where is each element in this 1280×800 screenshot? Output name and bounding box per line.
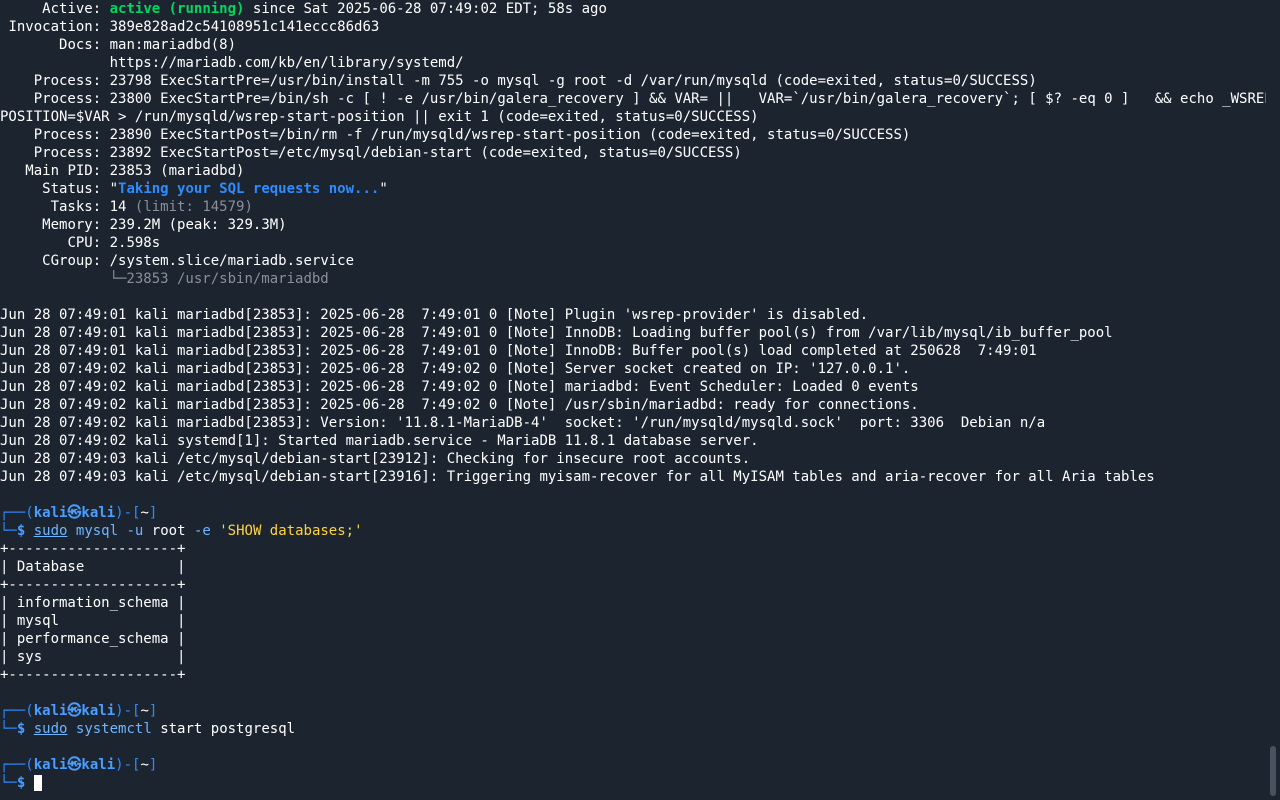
status-invocation-line: Invocation: 389e828ad2c54108951c141eccc8… [8, 19, 380, 35]
table-row: | mysql | [0, 613, 186, 629]
table-row: | performance_schema | [0, 631, 186, 647]
scrollbar-thumb[interactable] [1270, 746, 1276, 796]
journal-line: Jun 28 07:49:02 kali mariadbd[23853]: 20… [0, 361, 911, 377]
journal-line: Jun 28 07:49:03 kali /etc/mysql/debian-s… [0, 451, 751, 467]
text-cursor[interactable] [33, 775, 42, 791]
prompt-user-host: kali㉿kali [33, 703, 116, 719]
table-row: | information_schema | [0, 595, 186, 611]
cmd-sudo: sudo [33, 523, 68, 539]
status-message: Taking your SQL requests now... [118, 181, 380, 197]
status-docs-url-line: https://mariadb.com/kb/en/library/system… [0, 54, 1266, 72]
prompt-header: ┌──(kali㉿kali)-[~] [0, 505, 158, 521]
journal-line: Jun 28 07:49:03 kali /etc/mysql/debian-s… [0, 469, 1155, 485]
prompt-user-host: kali㉿kali [33, 505, 116, 521]
status-process-wrap-line: POSITION=$VAR > /run/mysqld/wsrep-start-… [0, 109, 759, 125]
prompt-header: ┌──(kali㉿kali)-[~] [0, 703, 158, 719]
status-process-line: Process: 23892 ExecStartPost=/etc/mysql/… [33, 145, 742, 161]
journal-line: Jun 28 07:49:02 kali mariadbd[23853]: 20… [0, 397, 919, 413]
prompt-header: ┌──(kali㉿kali)-[~] [0, 757, 158, 773]
status-process-line: Process: 23890 ExecStartPost=/bin/rm -f … [33, 127, 911, 143]
status-cpu-line: CPU: 2.598s [67, 235, 161, 251]
table-row: | sys | [0, 649, 186, 665]
status-status-line: Status: "Taking your SQL requests now...… [42, 181, 388, 197]
journal-line: Jun 28 07:49:01 kali mariadbd[23853]: 20… [0, 325, 1113, 341]
status-tasks-line: Tasks: 14 (limit: 14579) [50, 199, 253, 215]
prompt-user-host: kali㉿kali [33, 757, 116, 773]
journal-line: Jun 28 07:49:02 kali mariadbd[23853]: Ve… [0, 415, 1046, 431]
cmd-sudo: sudo [33, 721, 68, 737]
command-line: └─$ sudo systemctl start postgresql [0, 721, 296, 737]
status-process-line: Process: 23800 ExecStartPre=/bin/sh -c [… [33, 91, 1266, 107]
journal-line: Jun 28 07:49:01 kali mariadbd[23853]: 20… [0, 343, 1037, 359]
status-cgroup-line: CGroup: /system.slice/mariadb.service [42, 253, 355, 269]
docs-url-link[interactable]: https://mariadb.com/kb/en/library/system… [110, 55, 464, 71]
journal-line: Jun 28 07:49:01 kali mariadbd[23853]: 20… [0, 307, 869, 323]
journal-line: Jun 28 07:49:02 kali mariadbd[23853]: 20… [0, 379, 919, 395]
table-border: +--------------------+ [0, 667, 186, 683]
status-active-line: Active: active (running) since Sat 2025-… [42, 1, 607, 17]
prompt-dir: ~ [140, 757, 149, 773]
prompt-symbol: $ [16, 775, 26, 791]
status-memory-line: Memory: 239.2M (peak: 329.3M) [42, 217, 287, 233]
prompt-symbol: $ [16, 721, 26, 737]
prompt-dir: ~ [140, 505, 149, 521]
table-header: | Database | [0, 559, 186, 575]
command-line: └─$ sudo mysql -u root -e 'SHOW database… [0, 523, 363, 539]
journal-line: Jun 28 07:49:02 kali systemd[1]: Started… [0, 433, 759, 449]
active-state: active (running) [109, 1, 245, 17]
status-docs-line: Docs: man:mariadbd(8) [59, 37, 237, 53]
prompt-dir: ~ [140, 703, 149, 719]
prompt-symbol: $ [16, 523, 26, 539]
terminal-window[interactable]: Active: active (running) since Sat 2025-… [0, 0, 1266, 800]
table-border: +--------------------+ [0, 577, 186, 593]
status-mainpid-line: Main PID: 23853 (mariadbd) [25, 163, 245, 179]
status-process-line: Process: 23798 ExecStartPre=/usr/bin/ins… [33, 73, 1037, 89]
active-command-line[interactable]: └─$ [0, 774, 1266, 792]
table-border: +--------------------+ [0, 541, 186, 557]
status-cgroup-child-line: └─23853 /usr/sbin/mariadbd [109, 271, 329, 287]
